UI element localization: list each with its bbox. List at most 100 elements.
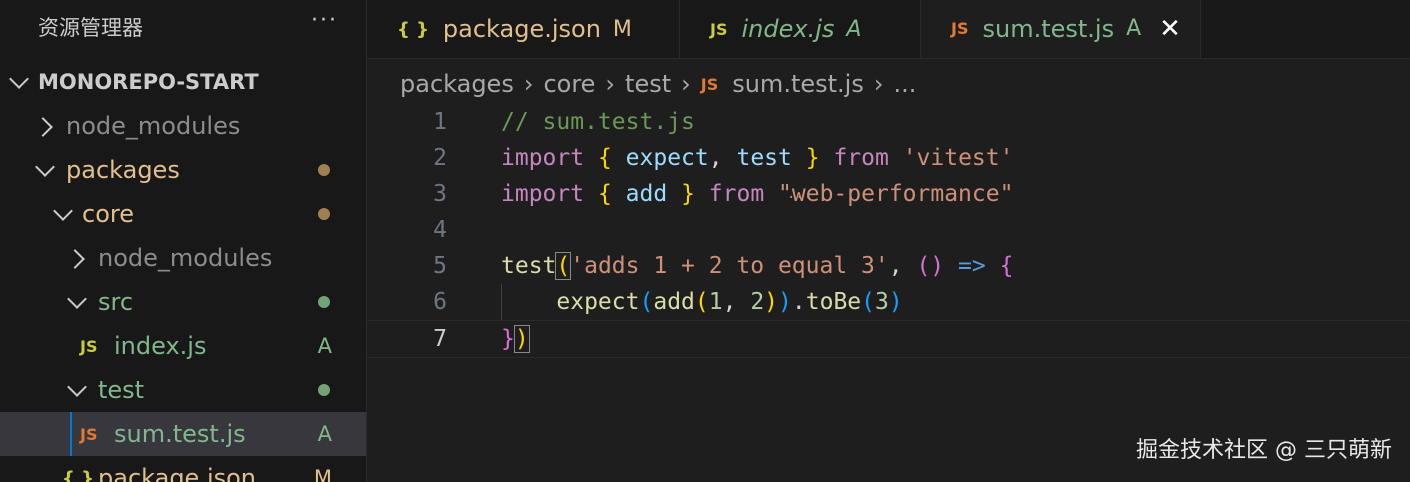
breadcrumb-more[interactable]: ... bbox=[893, 70, 916, 98]
code-text: }) bbox=[501, 325, 530, 353]
git-status-badge: A bbox=[317, 422, 332, 446]
code-token: ( bbox=[694, 289, 709, 315]
chevron-down-icon bbox=[35, 157, 55, 177]
vscode-window: 资源管理器 ··· MONOREPO-START node_modules pa… bbox=[0, 0, 1410, 482]
tree-item-node-modules-core[interactable]: node_modules bbox=[0, 236, 366, 280]
code-token: toBe bbox=[805, 289, 862, 315]
code-token: . bbox=[791, 289, 806, 315]
tab-label: index.js bbox=[741, 15, 835, 43]
code-token: { bbox=[597, 145, 612, 171]
chevron-right-icon: › bbox=[523, 70, 534, 98]
code-token: () bbox=[916, 253, 945, 279]
code-token: , bbox=[708, 145, 737, 171]
code-token: { bbox=[597, 181, 612, 207]
code-line[interactable]: 3 import { add } from "web-performance" bbox=[367, 176, 1410, 212]
code-line[interactable]: 4 bbox=[367, 212, 1410, 248]
tree-item-core[interactable]: core bbox=[0, 192, 366, 236]
code-line[interactable]: 6 expect(add(1, 2)).toBe(3) bbox=[367, 284, 1410, 320]
chevron-down-icon bbox=[67, 377, 87, 397]
code-token: add bbox=[653, 289, 695, 315]
js-file-icon: JS bbox=[710, 19, 728, 39]
code-token: , bbox=[888, 253, 917, 279]
code-line[interactable]: 1 // sum.test.js bbox=[367, 104, 1410, 140]
code-token: ( bbox=[639, 289, 654, 315]
breadcrumb-item[interactable]: test bbox=[625, 70, 671, 98]
code-text: expect(add(1, 2)).toBe(3) bbox=[501, 289, 902, 315]
line-number: 4 bbox=[433, 217, 447, 243]
explorer-title: 资源管理器 bbox=[38, 16, 143, 40]
code-token: test bbox=[501, 253, 557, 279]
tab-package-json[interactable]: { } package.json M bbox=[367, 0, 680, 58]
tree-item-label: index.js bbox=[114, 332, 207, 360]
js-test-file-icon: JS bbox=[700, 74, 719, 94]
code-token: "web-performance" bbox=[778, 181, 1014, 207]
breadcrumb-item[interactable]: core bbox=[543, 70, 595, 98]
tree-item-sum-test-js[interactable]: JS sum.test.js A bbox=[0, 412, 366, 456]
chevron-down-icon bbox=[53, 201, 73, 221]
code-token: , bbox=[722, 289, 751, 315]
tab-git-badge: M bbox=[612, 16, 632, 42]
watermark: 掘金技术社区 @ 三只萌新 bbox=[1136, 438, 1392, 463]
tree-item-label: node_modules bbox=[66, 112, 241, 140]
explorer-sidebar: 资源管理器 ··· MONOREPO-START node_modules pa… bbox=[0, 0, 367, 482]
js-test-file-icon: JS bbox=[951, 19, 969, 38]
tree-item-packages[interactable]: packages bbox=[0, 148, 366, 192]
code-token: add bbox=[625, 181, 668, 207]
modified-dot-icon bbox=[318, 208, 330, 220]
js-test-file-icon: JS bbox=[80, 424, 98, 444]
code-token: ) bbox=[513, 325, 530, 353]
json-file-icon: { } bbox=[62, 467, 94, 482]
tab-index-js[interactable]: JS index.js A bbox=[680, 0, 921, 58]
tree-item-index-js[interactable]: JS index.js A bbox=[0, 324, 366, 368]
close-icon[interactable]: ✕ bbox=[1159, 14, 1181, 44]
tab-sum-test-js[interactable]: JS sum.test.js A ✕ bbox=[921, 0, 1201, 58]
added-dot-icon bbox=[318, 384, 330, 396]
tree-item-test[interactable]: test bbox=[0, 368, 366, 412]
tree-item-label: node_modules bbox=[98, 244, 273, 272]
chevron-down-icon bbox=[9, 69, 29, 89]
chevron-right-icon: › bbox=[873, 70, 884, 98]
code-token: => bbox=[958, 253, 986, 279]
code-token: } bbox=[501, 326, 515, 352]
tree-item-label: packages bbox=[66, 156, 180, 184]
chevron-right-icon bbox=[33, 117, 53, 137]
code-token: { bbox=[999, 253, 1014, 279]
breadcrumb-file[interactable]: sum.test.js bbox=[732, 70, 864, 98]
line-number: 1 bbox=[433, 109, 447, 135]
tab-label: package.json bbox=[442, 15, 601, 43]
code-token: 3 bbox=[875, 289, 889, 315]
line-number: 6 bbox=[433, 289, 447, 315]
breadcrumb-item[interactable]: packages bbox=[400, 70, 514, 98]
tab-label: sum.test.js bbox=[982, 14, 1115, 43]
modified-dot-icon bbox=[318, 164, 330, 176]
more-actions-button[interactable]: ··· bbox=[311, 8, 338, 33]
editor-tab-bar: { } package.json M JS index.js A JS sum.… bbox=[367, 0, 1410, 59]
tree-item-node-modules-root[interactable]: node_modules bbox=[0, 104, 366, 148]
code-text: test('adds 1 + 2 to equal 3', () => { bbox=[501, 252, 1014, 280]
code-line[interactable]: 2 import { expect, test } from 'vitest' bbox=[367, 140, 1410, 176]
code-text: // sum.test.js bbox=[501, 109, 695, 135]
tree-item-package-json[interactable]: { } package.json M bbox=[0, 456, 366, 482]
code-token: expect bbox=[556, 289, 640, 315]
tree-root-monorepo[interactable]: MONOREPO-START bbox=[0, 60, 366, 104]
chevron-right-icon bbox=[65, 249, 85, 269]
js-file-icon: JS bbox=[80, 336, 98, 356]
tree-item-src[interactable]: src bbox=[0, 280, 366, 324]
code-line[interactable]: 7}) bbox=[367, 320, 1410, 358]
code-token: ( bbox=[861, 289, 875, 315]
code-token: from bbox=[708, 181, 765, 207]
git-status-badge: A bbox=[317, 334, 332, 358]
code-editor[interactable]: ··· 1// sum.test.js 2 import { expect, tes… bbox=[367, 104, 1410, 482]
code-line[interactable]: 5 test('adds 1 + 2 to equal 3', () => { bbox=[367, 248, 1410, 284]
line-number: 5 bbox=[433, 253, 447, 279]
code-token: ( bbox=[555, 252, 572, 280]
